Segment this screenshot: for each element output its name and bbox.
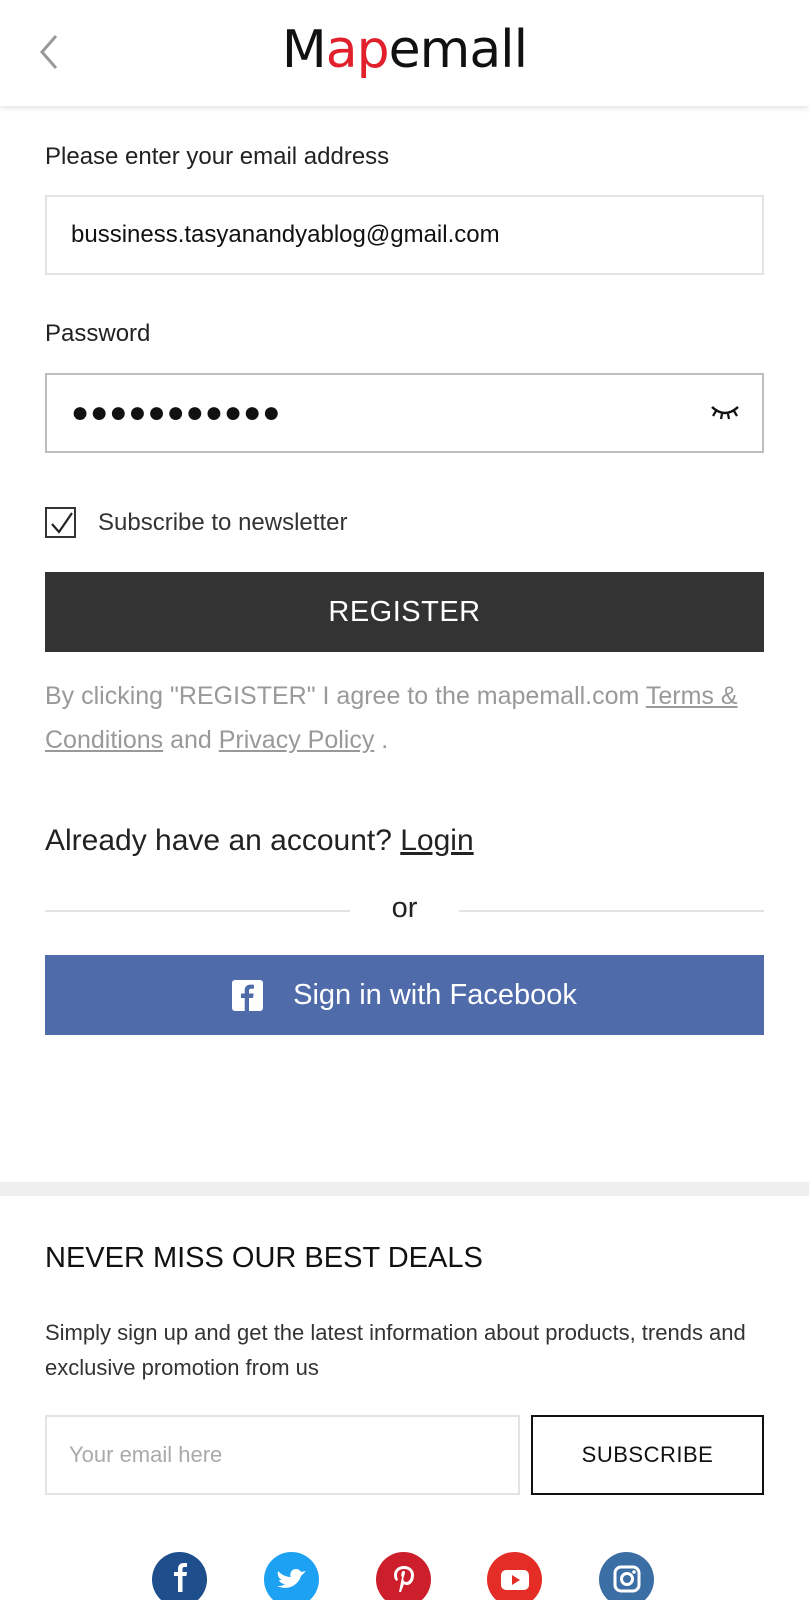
mapemall-logo[interactable]: Mapemall (0, 20, 809, 80)
twitter-icon[interactable] (264, 1552, 319, 1600)
social-links (0, 1552, 809, 1600)
terms-text: By clicking "REGISTER" I agree to the ma… (45, 674, 795, 762)
facebook-icon (232, 979, 264, 1011)
login-link[interactable]: Login (400, 824, 473, 857)
terms-middle: and (163, 726, 219, 754)
login-prompt: Already have an account? Login (45, 824, 474, 858)
divider-line (459, 910, 764, 912)
password-field[interactable]: ●●●●●●●●●●● (45, 373, 764, 453)
facebook-icon[interactable] (152, 1552, 207, 1600)
app-header: Mapemall (0, 0, 809, 106)
pinterest-icon[interactable] (376, 1552, 431, 1600)
newsletter-email-input[interactable] (45, 1415, 520, 1495)
email-value: bussiness.tasyanandyablog@gmail.com (71, 221, 500, 248)
facebook-signin-button[interactable]: Sign in with Facebook (45, 955, 764, 1035)
password-label: Password (45, 320, 151, 347)
register-button[interactable]: REGISTER (45, 572, 764, 652)
facebook-signin-label: Sign in with Facebook (293, 978, 577, 1011)
password-value: ●●●●●●●●●●● (71, 396, 282, 429)
privacy-link[interactable]: Privacy Policy (219, 726, 375, 754)
email-field[interactable]: bussiness.tasyanandyablog@gmail.com (45, 195, 764, 275)
youtube-icon[interactable] (487, 1552, 542, 1600)
terms-prefix: By clicking "REGISTER" I agree to the ma… (45, 682, 646, 710)
eye-closed-icon[interactable] (710, 401, 740, 425)
login-prompt-text: Already have an account? (45, 824, 401, 857)
newsletter-checkbox[interactable] (45, 507, 76, 538)
newsletter-label: Subscribe to newsletter (98, 508, 348, 536)
email-label: Please enter your email address (45, 143, 390, 170)
instagram-icon[interactable] (599, 1552, 654, 1600)
newsletter-description: Simply sign up and get the latest inform… (45, 1320, 746, 1380)
or-divider: or (45, 892, 764, 932)
newsletter-title: NEVER MISS OUR BEST DEALS (45, 1242, 483, 1274)
checkmark-icon (51, 512, 73, 534)
newsletter-checkbox-row[interactable]: Subscribe to newsletter (45, 507, 347, 538)
subscribe-button[interactable]: SUBSCRIBE (531, 1415, 764, 1495)
terms-suffix: . (374, 726, 389, 754)
section-divider (0, 1182, 809, 1196)
or-text: or (391, 892, 418, 924)
